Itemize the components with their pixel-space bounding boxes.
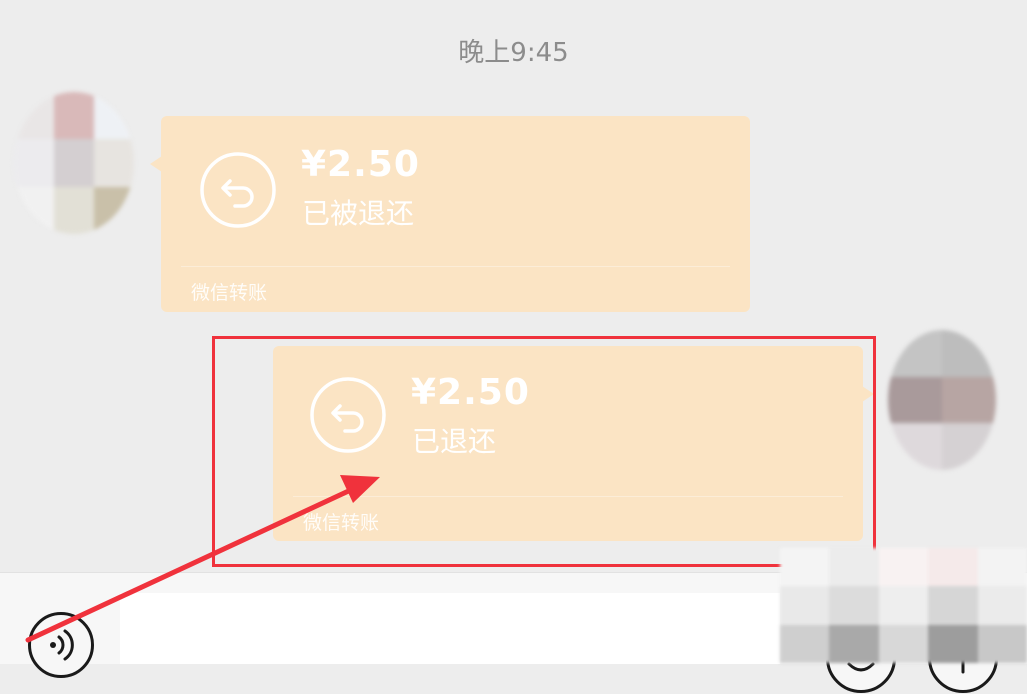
voice-button[interactable] [28,612,94,678]
voice-icon [50,629,74,661]
avatar-left[interactable] [14,92,134,234]
highlight-box [212,336,876,567]
chat-timestamp: 晚上9:45 [458,38,569,68]
transfer-status: 已被退还 [302,197,415,230]
return-arrow-icon [200,152,276,228]
transfer-amount: ¥2.50 [301,144,420,185]
card-divider [181,266,730,267]
transfer-card-received[interactable]: ¥2.50 已被退还 微信转账 [161,116,750,312]
avatar-right[interactable] [888,330,996,470]
blurred-watermark [780,548,1027,663]
transfer-card-label: 微信转账 [191,282,268,304]
message-input[interactable] [120,593,780,664]
